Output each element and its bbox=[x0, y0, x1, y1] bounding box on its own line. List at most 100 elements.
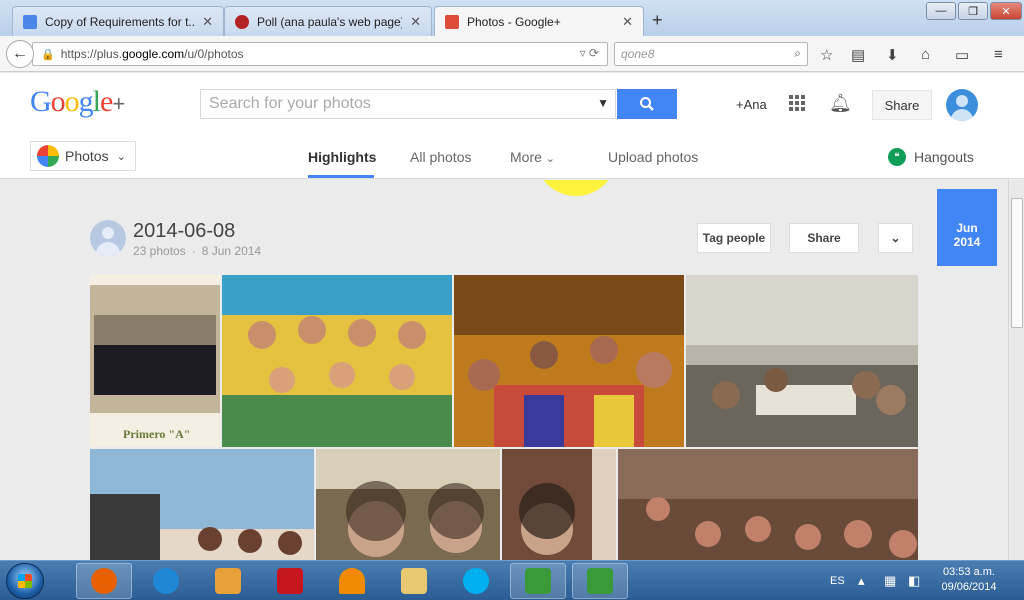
close-icon[interactable]: ✕ bbox=[410, 14, 421, 30]
photo-image bbox=[316, 449, 500, 560]
reload-icon[interactable]: ▿ ⟳ bbox=[580, 46, 599, 60]
browser-navbar: 🔒 https://plus.google.com/u/0/photos ▿ ⟳… bbox=[0, 36, 1024, 72]
taskbar-acrobat[interactable] bbox=[262, 563, 318, 599]
photo-thumbnail[interactable]: Primero "A" bbox=[90, 275, 220, 447]
new-tab-button[interactable]: + bbox=[652, 10, 663, 31]
date-jump-badge[interactable]: Jun 2014 bbox=[937, 189, 997, 266]
photo-search-input[interactable]: Search for your photos ▼ bbox=[200, 89, 616, 119]
taskbar-vlc[interactable] bbox=[324, 563, 380, 599]
close-icon[interactable]: ✕ bbox=[622, 14, 633, 30]
acrobat-icon bbox=[277, 568, 303, 594]
downloads-icon[interactable]: ⬇ bbox=[886, 46, 899, 64]
user-profile-link[interactable]: +Ana bbox=[736, 97, 767, 112]
address-bar[interactable]: 🔒 https://plus.google.com/u/0/photos ▿ ⟳ bbox=[32, 42, 608, 66]
photos-subnav: Photos ⌄ Highlights All photos More ⌄ Up… bbox=[0, 135, 1024, 179]
photo-image bbox=[502, 449, 616, 560]
search-icon[interactable]: ⌕ bbox=[794, 46, 801, 61]
taskbar-explorer[interactable] bbox=[386, 563, 442, 599]
hangouts-label: Hangouts bbox=[914, 149, 974, 165]
avatar[interactable] bbox=[946, 89, 978, 121]
photo-thumbnail[interactable] bbox=[454, 275, 684, 447]
lock-icon: 🔒 bbox=[41, 48, 55, 61]
tab-highlights[interactable]: Highlights bbox=[308, 149, 376, 165]
start-button[interactable] bbox=[6, 563, 44, 599]
tab-upload-photos[interactable]: Upload photos bbox=[608, 149, 698, 165]
browser-tab-photos[interactable]: Photos - Google+ ✕ bbox=[434, 6, 644, 36]
close-icon[interactable]: ✕ bbox=[202, 14, 213, 30]
camtasia-icon bbox=[587, 568, 613, 594]
album-content: 2014-06-08 23 photos · 8 Jun 2014 Tag peop… bbox=[0, 180, 1008, 560]
tray-arrow-icon[interactable]: ▴ bbox=[858, 561, 865, 600]
chevron-down-icon: ⌄ bbox=[890, 231, 901, 245]
photo-thumbnail[interactable] bbox=[686, 275, 918, 447]
back-button[interactable]: ← bbox=[6, 40, 34, 68]
bookmark-star-icon[interactable]: ☆ bbox=[820, 46, 833, 64]
photo-image bbox=[686, 275, 918, 447]
cursor-highlight bbox=[535, 180, 617, 196]
network-icon[interactable]: ▦ bbox=[884, 561, 896, 600]
url-text: https://plus.google.com/u/0/photos bbox=[60, 47, 244, 61]
google-plus-logo[interactable]: Google+ bbox=[30, 85, 125, 119]
window-icon[interactable]: ▭ bbox=[955, 46, 969, 64]
photo-thumbnail[interactable] bbox=[316, 449, 500, 560]
photo-thumbnail[interactable] bbox=[222, 275, 452, 447]
taskbar-clock[interactable]: 03:53 a.m. 09/06/2014 bbox=[930, 565, 1008, 595]
photo-image bbox=[222, 275, 452, 447]
clock-date: 09/06/2014 bbox=[941, 581, 997, 593]
skype-icon bbox=[463, 568, 489, 594]
language-indicator[interactable]: ES bbox=[830, 561, 845, 600]
bookmarks-menu-icon[interactable]: ▤ bbox=[851, 46, 865, 64]
taskbar-media-player[interactable] bbox=[200, 563, 256, 599]
tag-people-button[interactable]: Tag people bbox=[697, 223, 771, 253]
badge-month: Jun bbox=[956, 221, 978, 235]
clock-time: 03:53 a.m. bbox=[943, 566, 995, 578]
avatar[interactable] bbox=[90, 220, 126, 256]
home-icon[interactable]: ⌂ bbox=[921, 46, 930, 63]
photo-image bbox=[90, 449, 314, 560]
search-value: qone8 bbox=[621, 47, 655, 61]
gplus-header: Google+ Search for your photos ▼ +Ana 🔔︎… bbox=[0, 73, 1024, 135]
photos-dropdown[interactable]: Photos ⌄ bbox=[30, 141, 136, 171]
tab-more[interactable]: More ⌄ bbox=[510, 149, 555, 165]
photo-thumbnail[interactable] bbox=[618, 449, 918, 560]
active-tab-underline bbox=[308, 175, 374, 178]
notifications-bell-icon[interactable]: 🔔︎ bbox=[829, 93, 852, 114]
vertical-scrollbar[interactable] bbox=[1008, 180, 1024, 560]
chevron-down-icon[interactable]: ▼ bbox=[597, 96, 609, 110]
apps-grid-icon[interactable] bbox=[789, 95, 805, 111]
taskbar-camtasia-studio[interactable] bbox=[572, 563, 628, 599]
hangouts-icon: ❝ bbox=[888, 148, 906, 166]
internet-explorer-icon bbox=[153, 568, 179, 594]
photos-dropdown-label: Photos bbox=[65, 148, 109, 164]
taskbar-internet-explorer[interactable] bbox=[138, 563, 194, 599]
tab-all-photos[interactable]: All photos bbox=[410, 149, 471, 165]
photo-image: Primero "A" bbox=[90, 275, 220, 447]
window-close-button[interactable]: ✕ bbox=[990, 2, 1022, 20]
chevron-down-icon: ⌄ bbox=[116, 150, 126, 163]
restore-button[interactable]: ❐ bbox=[958, 2, 988, 20]
taskbar-skype[interactable] bbox=[448, 563, 504, 599]
browser-tab-requirements[interactable]: Copy of Requirements for t... ✕ bbox=[12, 6, 224, 36]
badge-year: 2014 bbox=[953, 235, 981, 249]
browser-tab-poll[interactable]: Poll (ana paula's web page) ✕ bbox=[224, 6, 432, 36]
scrollbar-thumb[interactable] bbox=[1011, 198, 1023, 328]
photo-thumbnail[interactable] bbox=[502, 449, 616, 560]
taskbar-camtasia-recorder[interactable] bbox=[510, 563, 566, 599]
volume-icon[interactable]: ◧ bbox=[908, 561, 920, 600]
minimize-button[interactable]: — bbox=[926, 2, 956, 20]
taskbar-firefox[interactable] bbox=[76, 563, 132, 599]
header-share-button[interactable]: Share bbox=[872, 90, 932, 120]
browser-tabstrip: Copy of Requirements for t... ✕ Poll (an… bbox=[0, 0, 1024, 36]
album-share-button[interactable]: Share bbox=[789, 223, 859, 253]
photo-thumbnail[interactable] bbox=[90, 449, 314, 560]
menu-icon[interactable]: ≡ bbox=[994, 46, 1003, 63]
tab-label: Copy of Requirements for t... bbox=[45, 14, 195, 29]
album-more-dropdown[interactable]: ⌄ bbox=[878, 223, 913, 253]
camtasia-icon bbox=[525, 568, 551, 594]
google-plus-icon bbox=[445, 14, 459, 29]
firefox-icon bbox=[91, 568, 117, 594]
browser-search-input[interactable]: qone8 ⌕ bbox=[614, 42, 808, 66]
album-title[interactable]: 2014-06-08 bbox=[133, 220, 235, 243]
hangouts-button[interactable]: ❝ Hangouts bbox=[888, 148, 974, 166]
photo-search-button[interactable] bbox=[617, 89, 677, 119]
